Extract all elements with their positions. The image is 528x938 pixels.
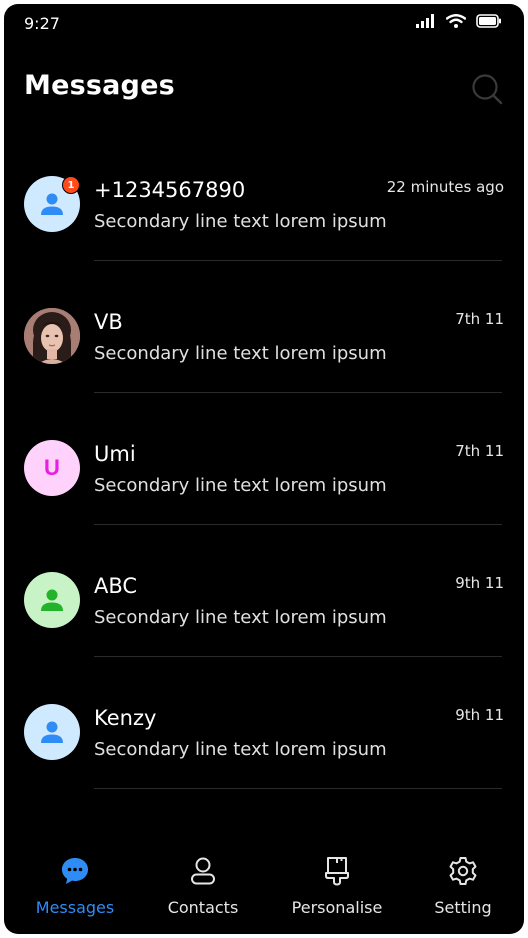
person-icon [41,589,63,611]
avatar [24,572,80,628]
message-time: 9th 11 [455,574,504,592]
contact-name: VB [94,310,123,334]
message-time: 9th 11 [455,706,504,724]
unread-badge: 1 [62,176,80,194]
contact-name: ABC [94,574,138,598]
person-icon [41,721,63,743]
message-item[interactable]: ABC 9th 11 Secondary line text lorem ips… [4,520,524,657]
message-preview: Secondary line text lorem ipsum [94,475,387,496]
status-icons [416,14,502,28]
wifi-icon [446,14,466,28]
phone-screen: 9:27 Messages 1 +1234567890 22 minutes a… [4,4,524,934]
message-preview: Secondary line text lorem ipsum [94,343,387,364]
message-preview: Secondary line text lorem ipsum [94,607,387,628]
nav-contacts[interactable]: Contacts [143,854,263,924]
message-item[interactable]: 1 +1234567890 22 minutes ago Secondary l… [4,124,524,261]
status-time: 9:27 [24,14,60,33]
message-item[interactable]: U Umi 7th 11 Secondary line text lorem i… [4,388,524,525]
nav-setting[interactable]: Setting [403,854,523,924]
chat-bubble-icon [58,854,92,888]
nav-personalise[interactable]: Personalise [277,854,397,924]
message-item[interactable]: VB 7th 11 Secondary line text lorem ipsu… [4,256,524,393]
profile-photo-icon [24,308,80,364]
search-icon [472,74,503,105]
person-icon [41,193,63,215]
message-time: 7th 11 [455,310,504,328]
nav-label: Messages [35,898,115,917]
divider [94,788,502,789]
brush-icon [320,854,354,888]
avatar-initial: U [44,455,60,480]
contact-name: Umi [94,442,136,466]
nav-label: Personalise [291,898,383,917]
nav-label: Contacts [167,898,239,917]
message-preview: Secondary line text lorem ipsum [94,211,387,232]
message-preview: Secondary line text lorem ipsum [94,739,387,760]
nav-label: Setting [434,898,492,917]
nav-messages[interactable]: Messages [15,854,135,924]
message-item[interactable]: Kenzy 9th 11 Secondary line text lorem i… [4,652,524,789]
message-time: 22 minutes ago [386,178,504,196]
battery-icon [476,14,502,28]
contact-name: +1234567890 [94,178,246,202]
status-bar: 9:27 [4,4,524,44]
page-title: Messages [24,70,175,101]
avatar-photo [24,308,80,364]
signal-icon [416,14,436,28]
contact-person-icon [186,854,220,888]
search-button[interactable] [470,72,504,106]
contact-name: Kenzy [94,706,157,730]
avatar [24,704,80,760]
avatar-letter: U [24,440,80,496]
bottom-nav: Messages Contacts Personalise Setting [4,844,524,934]
gear-icon [446,854,480,888]
message-time: 7th 11 [455,442,504,460]
